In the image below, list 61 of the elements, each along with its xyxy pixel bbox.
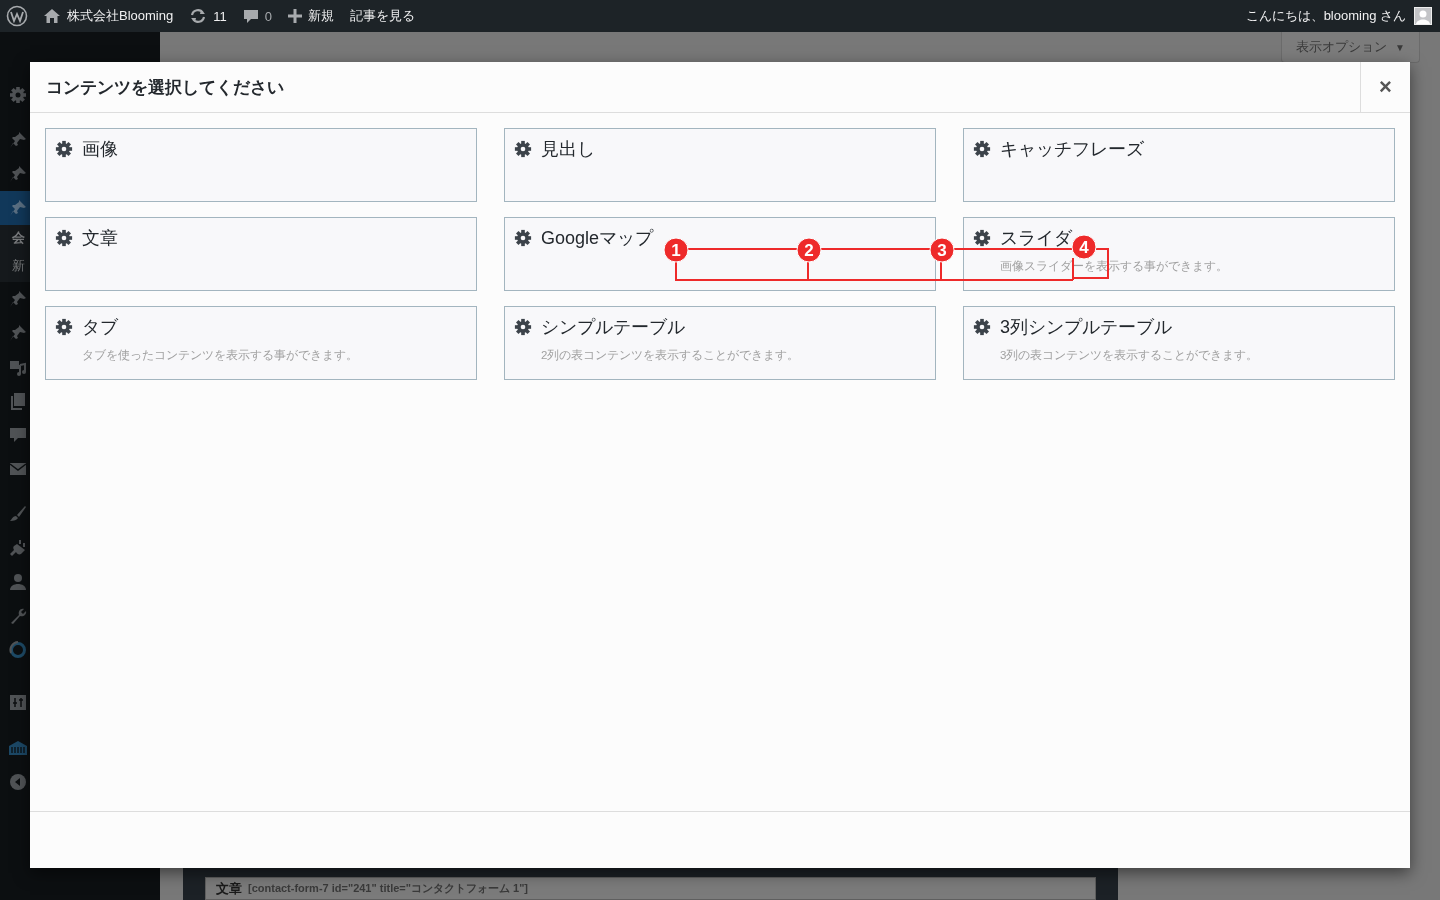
view-link[interactable]: 記事を見る (341, 0, 423, 32)
modal-title: コンテンツを選択してください (46, 76, 284, 99)
content-type-card[interactable]: 見出し (504, 128, 936, 202)
comment-icon[interactable] (8, 425, 28, 445)
plus-icon (287, 9, 302, 23)
number-marker: 4 (1071, 234, 1097, 260)
gear-icon (55, 140, 73, 158)
content-type-card[interactable]: シンプルテーブル 2列の表コンテンツを表示することができます。 (504, 306, 936, 380)
avatar-icon[interactable] (1414, 7, 1432, 25)
home-icon (43, 8, 61, 24)
wordpress-logo-icon (6, 5, 28, 27)
content-type-card[interactable]: 画像 (45, 128, 477, 202)
submenu-item[interactable]: 会 (12, 228, 26, 248)
comments-link[interactable]: 0 (234, 0, 280, 32)
updates-link[interactable]: 11 (181, 0, 235, 32)
number-marker: 3 (929, 237, 955, 263)
content-type-title: 文章 (82, 227, 118, 250)
content-type-title: スライダ (1000, 227, 1072, 250)
gear-icon[interactable] (8, 85, 28, 105)
gear-icon (514, 140, 532, 158)
content-type-title: 見出し (541, 138, 595, 161)
number-marker: 1 (663, 237, 689, 263)
content-type-card[interactable]: 3列シンプルテーブル 3列の表コンテンツを表示することができます。 (963, 306, 1395, 380)
submenu-item[interactable]: 新 (12, 256, 26, 276)
content-type-description: 2列の表コンテンツを表示することができます。 (541, 348, 801, 363)
content-type-title: 画像 (82, 138, 118, 161)
building-icon[interactable] (8, 738, 28, 758)
comment-icon (242, 8, 259, 24)
pages-icon[interactable] (8, 391, 28, 411)
sync-icon[interactable] (8, 640, 28, 660)
user-icon[interactable] (8, 572, 28, 592)
content-type-title: 3列シンプルテーブル (1000, 316, 1172, 339)
content-type-card[interactable]: 文章 (45, 217, 477, 291)
content-type-title: キャッチフレーズ (1000, 138, 1144, 161)
block-label: 文章 (216, 879, 242, 898)
gear-icon (973, 318, 991, 336)
menu-item-highlight[interactable] (0, 191, 30, 225)
gear-icon (55, 229, 73, 247)
content-type-card[interactable]: キャッチフレーズ (963, 128, 1395, 202)
sliders-icon[interactable] (8, 692, 28, 712)
gear-icon (55, 318, 73, 336)
sync-icon (189, 8, 208, 24)
close-button[interactable]: × (1360, 62, 1410, 112)
content-type-card[interactable]: タブ タブを使ったコンテンツを表示する事ができます。 (45, 306, 477, 380)
new-link[interactable]: 新規 (279, 0, 342, 32)
gear-icon (514, 318, 532, 336)
number-marker: 2 (796, 237, 822, 263)
gear-icon (973, 229, 991, 247)
brush-icon[interactable] (8, 504, 28, 524)
plug-icon[interactable] (8, 538, 28, 558)
gear-icon (514, 229, 532, 247)
content-type-title: シンプルテーブル (541, 316, 685, 339)
site-link[interactable]: 株式会社Blooming (35, 0, 182, 32)
content-type-description: タブを使ったコンテンツを表示する事ができます。 (82, 348, 359, 363)
content-type-description: 3列の表コンテンツを表示することができます。 (1000, 348, 1260, 363)
greeting-text[interactable]: こんにちは、blooming さん (1245, 7, 1406, 25)
shortcode-text: [contact-form-7 id="241" title="コンタクトフォーム 1"] (248, 881, 528, 896)
gear-icon (973, 140, 991, 158)
content-type-title: タブ (82, 316, 118, 339)
collapse-icon[interactable] (8, 772, 28, 792)
content-type-title: Googleマップ (541, 227, 654, 250)
